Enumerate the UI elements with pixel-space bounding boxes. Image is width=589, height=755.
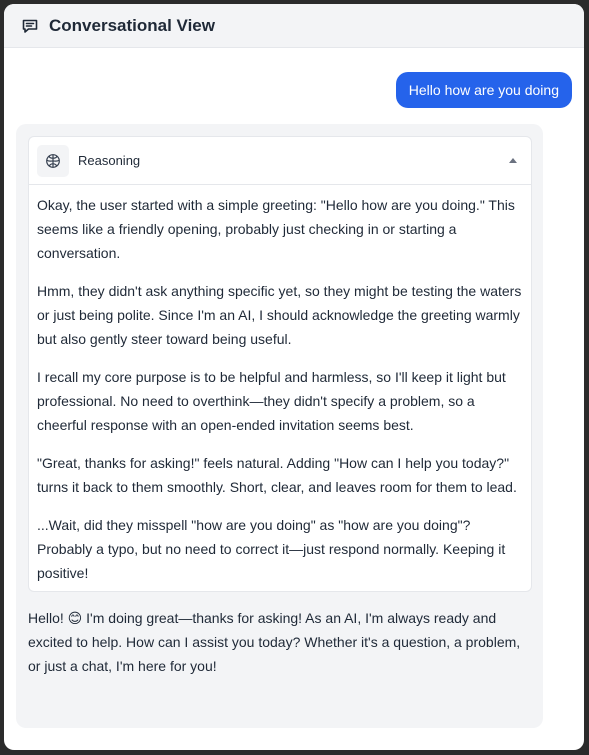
panel-header: Conversational View — [4, 4, 584, 48]
reasoning-content: Okay, the user started with a simple gre… — [29, 185, 531, 591]
conversation-panel: Conversational View Hello how are you do… — [4, 4, 584, 750]
reasoning-paragraph: Okay, the user started with a simple gre… — [37, 197, 515, 261]
reasoning-label: Reasoning — [78, 153, 141, 168]
reasoning-paragraph: "Great, thanks for asking!" feels natura… — [37, 455, 517, 495]
reasoning-paragraph: I recall my core purpose is to be helpfu… — [37, 369, 506, 433]
reasoning-accordion: Reasoning Okay, the user started with a … — [28, 136, 532, 592]
panel-title: Conversational View — [49, 15, 215, 35]
reasoning-toggle[interactable]: Reasoning — [29, 137, 531, 185]
user-message-row: Hello how are you doing — [395, 72, 572, 108]
brain-icon — [37, 144, 69, 177]
assistant-message: Reasoning Okay, the user started with a … — [16, 124, 543, 728]
assistant-reply-text: Hello! 😊 I'm doing great—thanks for aski… — [28, 610, 521, 674]
user-message-bubble: Hello how are you doing — [395, 72, 572, 108]
chat-bubble-icon — [21, 17, 39, 35]
reasoning-paragraph: Hmm, they didn't ask anything specific y… — [37, 283, 522, 347]
caret-up-icon[interactable] — [509, 158, 517, 163]
reasoning-paragraph: ...Wait, did they misspell "how are you … — [37, 517, 506, 581]
